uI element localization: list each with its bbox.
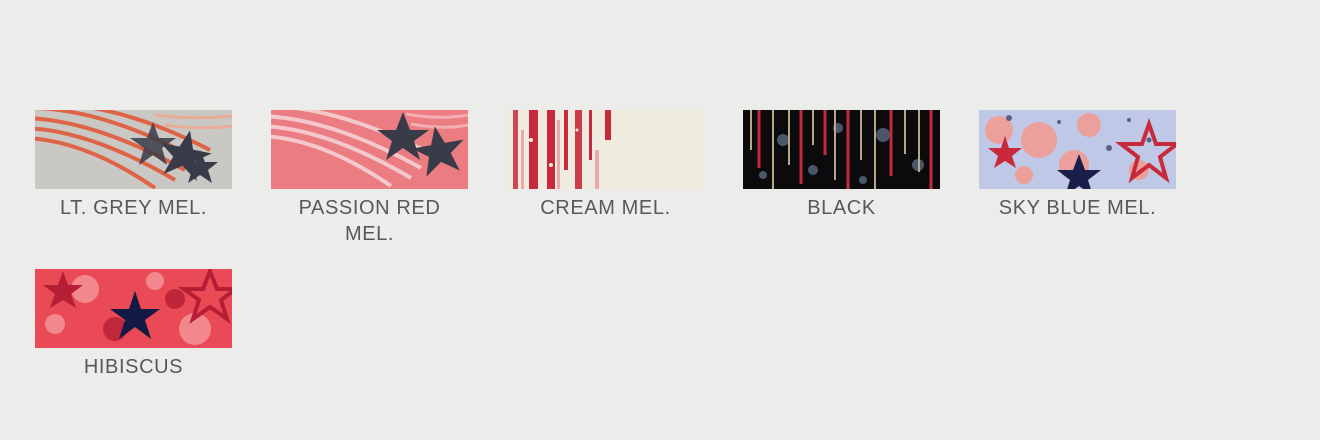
- swatch-label: CREAM MEL.: [540, 197, 671, 219]
- swatch-image-cream-mel[interactable]: [507, 110, 704, 189]
- swatch-lt-grey-mel[interactable]: LT. GREY MEL.: [35, 110, 232, 269]
- swatch-black[interactable]: BLACK: [743, 110, 940, 269]
- swatch-hibiscus[interactable]: HIBISCUS: [35, 269, 232, 428]
- swatch-image-hibiscus[interactable]: [35, 269, 232, 348]
- swatch-label: PASSION RED MEL.: [298, 197, 441, 245]
- swatch-image-passion-red-mel[interactable]: [271, 110, 468, 189]
- swatch-image-black[interactable]: [743, 110, 940, 189]
- swatch-passion-red-mel[interactable]: PASSION RED MEL.: [271, 110, 468, 269]
- color-swatch-grid: LT. GREY MEL. PASSION RED MEL. CREAM MEL…: [35, 110, 1215, 428]
- swatch-label: BLACK: [807, 197, 876, 219]
- swatch-label: LT. GREY MEL.: [59, 197, 208, 219]
- swatch-sky-blue-mel[interactable]: SKY BLUE MEL.: [979, 110, 1176, 269]
- swatch-cream-mel[interactable]: CREAM MEL.: [507, 110, 704, 269]
- swatch-image-lt-grey-mel[interactable]: [35, 110, 232, 189]
- swatch-label: HIBISCUS: [83, 356, 184, 378]
- swatch-label: SKY BLUE MEL.: [998, 197, 1157, 219]
- swatch-image-sky-blue-mel[interactable]: [979, 110, 1176, 189]
